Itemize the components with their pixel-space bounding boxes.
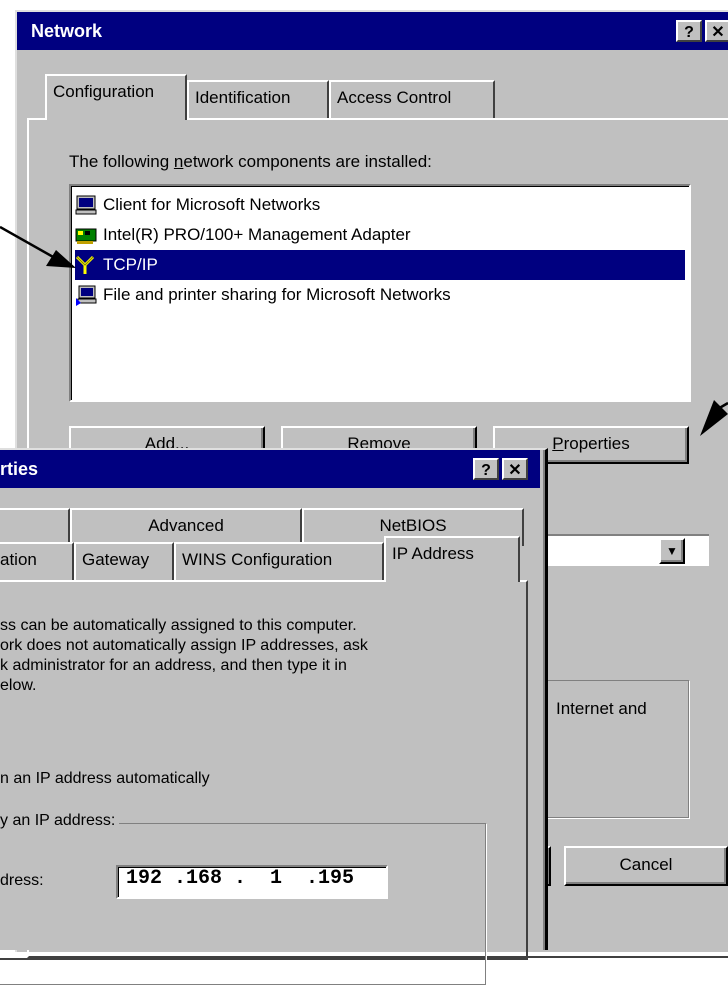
arrow-to-tcpip-icon (0, 225, 76, 268)
arrow-to-properties-icon (700, 400, 728, 436)
annotation-arrows (0, 225, 728, 436)
